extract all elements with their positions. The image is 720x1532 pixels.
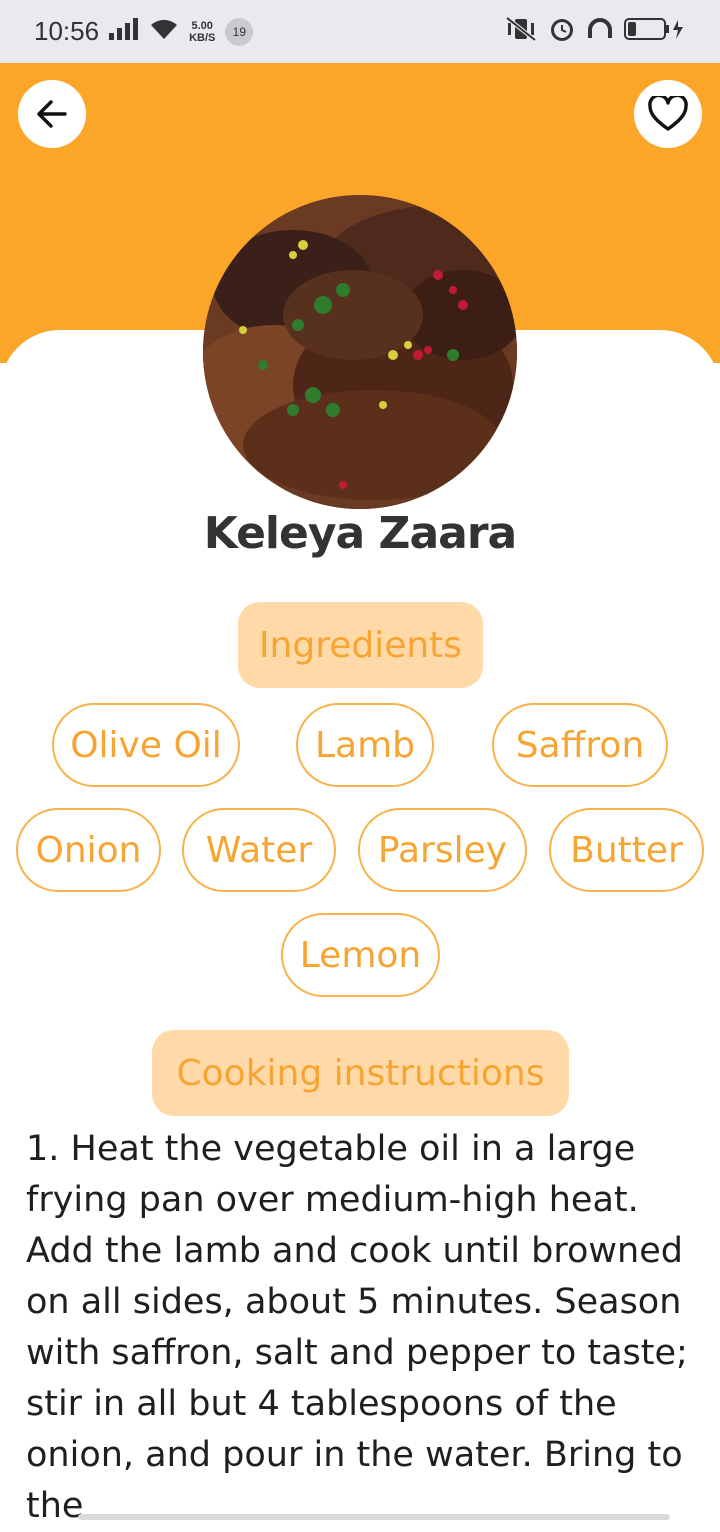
arrow-left-icon (37, 100, 67, 128)
notification-count-badge: 19 (225, 17, 254, 46)
net-speed: 5.00 KB/S (189, 20, 215, 44)
status-right (504, 15, 686, 48)
favorite-button[interactable] (634, 80, 702, 148)
ingredient-chip[interactable]: Saffron (492, 703, 668, 787)
ingredient-chip[interactable]: Parsley (358, 808, 527, 892)
back-button[interactable] (18, 80, 86, 148)
alarm-icon (548, 15, 576, 48)
recipe-title: Keleya Zaara (203, 508, 517, 559)
status-bar: 10:56 5.00 KB/S 19 (0, 0, 720, 63)
ingredient-chip[interactable]: Lamb (296, 703, 434, 787)
scroll-indicator (78, 1514, 670, 1520)
ingredient-chip[interactable]: Water (182, 808, 336, 892)
status-left: 10:56 5.00 KB/S 19 (34, 16, 254, 47)
cooking-instructions-text: 1. Heat the vegetable oil in a large fry… (26, 1129, 688, 1526)
ingredient-chip[interactable]: Olive Oil (52, 703, 240, 787)
cooking-instructions-header: Cooking instructions (152, 1030, 569, 1116)
signal-icon (109, 18, 139, 45)
status-time: 10:56 (34, 16, 100, 46)
vibrate-off-icon (504, 16, 538, 47)
ingredients-header: Ingredients (238, 602, 483, 688)
net-speed-value: 5.00 (191, 19, 213, 32)
wifi-icon (149, 17, 179, 46)
battery-icon (624, 17, 686, 46)
ingredient-chip[interactable]: Butter (549, 808, 704, 892)
recipe-image (203, 195, 517, 509)
heart-outline-icon (648, 96, 688, 131)
net-speed-unit: KB/S (189, 31, 216, 44)
headphones-icon (586, 16, 614, 47)
ingredient-chip[interactable]: Lemon (281, 913, 440, 997)
ingredient-chip[interactable]: Onion (16, 808, 161, 892)
